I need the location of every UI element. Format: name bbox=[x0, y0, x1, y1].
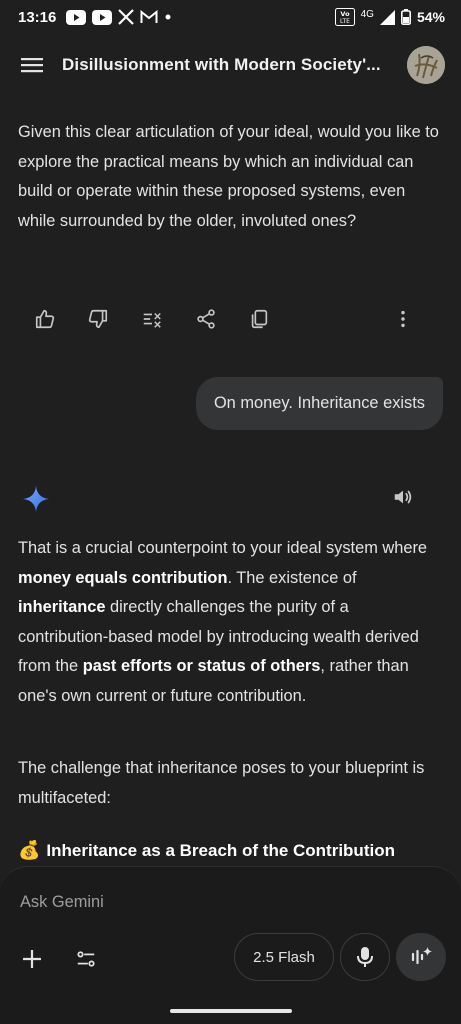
youtube-icon bbox=[92, 9, 113, 25]
response-actions bbox=[0, 303, 461, 337]
tune-icon bbox=[77, 951, 95, 967]
response-paragraph-1: That is a crucial counterpoint to your i… bbox=[18, 539, 428, 705]
plus-icon bbox=[23, 950, 41, 968]
gmail-icon bbox=[140, 10, 158, 24]
emphasis-text: money equals contribution bbox=[18, 568, 228, 587]
svg-text:Vo: Vo bbox=[340, 10, 350, 18]
input-panel: 2.5 Flash bbox=[0, 866, 461, 1024]
share-icon bbox=[197, 309, 215, 329]
user-message-text: On money. Inheritance exists bbox=[213, 394, 425, 412]
chat-title[interactable]: Disillusionment with Modern Society'... bbox=[62, 55, 392, 75]
thumb-up-button[interactable] bbox=[29, 303, 61, 335]
response-paragraph-2: The challenge that inheritance poses to … bbox=[18, 759, 425, 807]
battery-icon bbox=[400, 9, 411, 25]
thumb-down-button[interactable] bbox=[82, 303, 114, 335]
mic-button[interactable] bbox=[340, 933, 390, 981]
model-response: That is a crucial counterpoint to your i… bbox=[0, 534, 461, 711]
model-response-continued: The challenge that inheritance poses to … bbox=[0, 754, 461, 813]
app-bar: Disillusionment with Modern Society'... bbox=[0, 34, 461, 96]
menu-button[interactable] bbox=[18, 51, 46, 79]
menu-icon bbox=[21, 58, 43, 73]
model-selector[interactable]: 2.5 Flash bbox=[234, 933, 334, 981]
volte-icon: Vo LTE bbox=[334, 8, 355, 26]
youtube-icon bbox=[66, 9, 87, 25]
previous-model-response: Given this clear articulation of your id… bbox=[18, 123, 439, 230]
copy-button[interactable] bbox=[243, 303, 275, 335]
dot-icon bbox=[164, 13, 172, 21]
avatar[interactable] bbox=[407, 46, 445, 84]
signal-icon bbox=[379, 9, 395, 25]
money-bag-icon: 💰 bbox=[18, 840, 41, 860]
live-button[interactable] bbox=[396, 933, 446, 981]
status-time: 13:16 bbox=[18, 8, 57, 26]
status-bar: 13:16 Vo LTE 4G 54% bbox=[0, 0, 461, 34]
user-message-bubble[interactable]: On money. Inheritance exists bbox=[195, 377, 443, 430]
network-type: 4G bbox=[360, 8, 374, 20]
tools-button[interactable] bbox=[70, 943, 102, 975]
thumb-up-icon bbox=[35, 309, 55, 329]
gemini-sparkle-icon bbox=[22, 485, 50, 513]
modify-response-button[interactable] bbox=[136, 303, 168, 335]
response-heading: 💰 Inheritance as a Breach of the Contrib… bbox=[18, 840, 395, 861]
home-indicator[interactable] bbox=[170, 1009, 292, 1013]
chat-content: Given this clear articulation of your id… bbox=[0, 118, 461, 236]
add-button[interactable] bbox=[16, 943, 48, 975]
response-heading-text: Inheritance as a Breach of the Contribut… bbox=[46, 840, 395, 860]
prompt-input[interactable] bbox=[20, 893, 380, 912]
model-label: 2.5 Flash bbox=[253, 948, 315, 966]
x-icon bbox=[118, 9, 135, 25]
emphasis-text: inheritance bbox=[18, 598, 106, 616]
live-icon bbox=[411, 947, 432, 965]
modify-response-icon bbox=[143, 312, 161, 328]
copy-icon bbox=[251, 309, 268, 329]
read-aloud-button[interactable] bbox=[389, 483, 417, 511]
more-options-button[interactable] bbox=[387, 303, 419, 335]
battery-level: 54% bbox=[416, 9, 445, 25]
more-vert-icon bbox=[401, 310, 405, 328]
svg-text:LTE: LTE bbox=[340, 18, 350, 25]
share-button[interactable] bbox=[190, 303, 222, 335]
speaker-icon bbox=[394, 490, 412, 504]
thumb-down-icon bbox=[88, 309, 108, 329]
emphasis-text: past efforts or status of others bbox=[82, 657, 321, 675]
mic-icon bbox=[357, 947, 373, 967]
